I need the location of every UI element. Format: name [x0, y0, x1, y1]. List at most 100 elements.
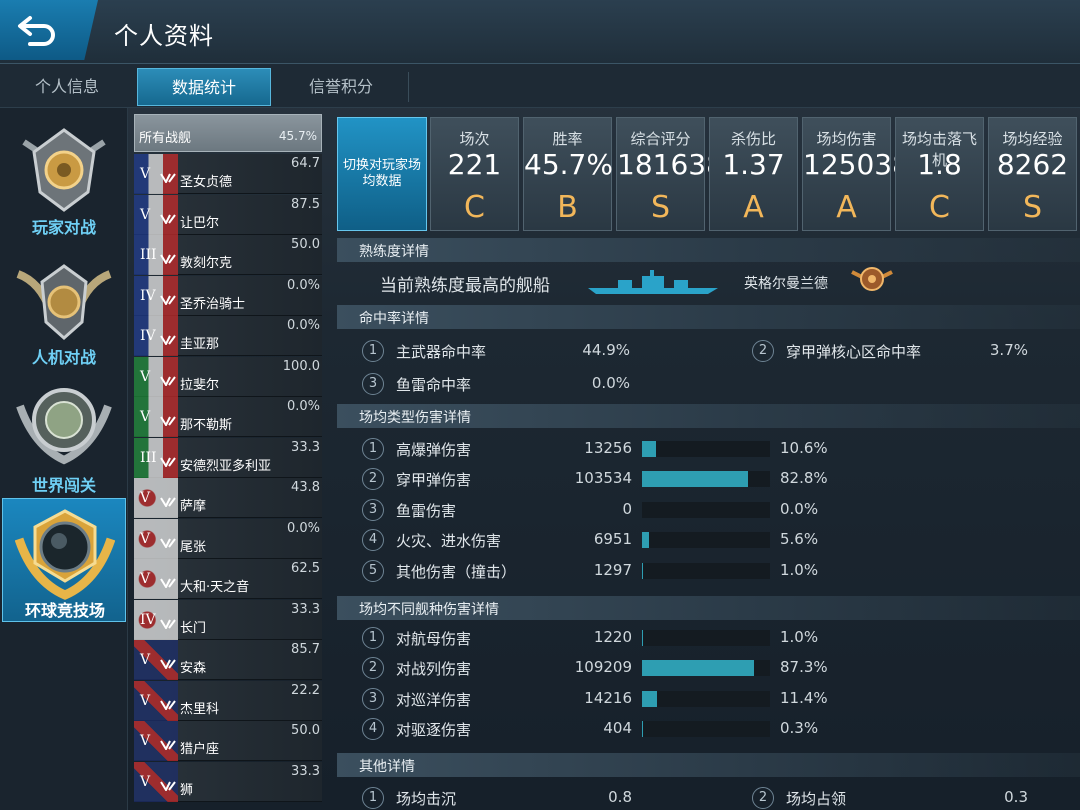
ship-row[interactable]: IV 圭亚那 0.0% — [134, 316, 322, 356]
section-other: 其他详情 — [337, 753, 1080, 777]
proficiency-ship-name: 英格尔曼兰德 — [744, 276, 828, 292]
hit-rate-label: 穿甲弹核心区命中率 — [786, 343, 922, 361]
tab-divider — [408, 72, 409, 102]
number-badge: 1 — [362, 340, 384, 362]
damage-value: 6951 — [593, 530, 632, 549]
ship-row[interactable]: V 安森 85.7 — [134, 640, 322, 680]
damage-value: 13256 — [584, 439, 632, 457]
hit-rate-value: 0.0% — [591, 374, 630, 392]
mode-global-arena[interactable]: 环球竞技场 — [2, 498, 126, 622]
other-value: 0.3 — [1004, 788, 1028, 806]
ship-name: 安森 — [180, 661, 207, 676]
switch-player-data-button[interactable]: 切换对玩家场均数据 — [337, 117, 427, 231]
section-damage-type: 场均类型伤害详情 — [337, 404, 1080, 428]
hit-rate-label: 鱼雷命中率 — [396, 376, 472, 394]
stat-grade: A — [836, 190, 857, 225]
damage-label: 鱼雷伤害 — [396, 501, 457, 520]
hit-rate-label: 主武器命中率 — [396, 343, 487, 361]
hit-rate-value: 44.9% — [582, 341, 630, 359]
ship-class-icon — [160, 776, 176, 792]
ship-row[interactable]: V 让巴尔 87.5 — [134, 194, 322, 235]
page-title: 个人资料 — [114, 22, 214, 50]
ship-name: 拉斐尔 — [180, 377, 220, 393]
damage-percent: 1.0% — [780, 560, 819, 579]
tab-personal-info[interactable]: 个人信息 — [0, 68, 134, 106]
number-badge: 2 — [362, 468, 384, 491]
back-button[interactable] — [0, 0, 98, 60]
mode-label: 人机对战 — [31, 348, 96, 367]
damage-percent: 0.3% — [780, 719, 819, 738]
header-bar: 个人资料 — [0, 0, 1080, 64]
damage-bar-fill — [642, 471, 748, 488]
ship-name: 敦刻尔克 — [180, 256, 233, 271]
all-ships-label: 所有战舰 — [139, 131, 192, 146]
ship-class-icon — [160, 573, 176, 590]
ship-row[interactable]: V 圣女贞德 64.7 — [134, 154, 322, 194]
number-badge: 3 — [362, 373, 384, 395]
ship-class-icon — [160, 290, 176, 306]
ship-row[interactable]: V 尾张 0.0% — [134, 518, 322, 559]
stat-card: 场次 221 C — [430, 117, 519, 231]
ship-tier: IV — [140, 611, 156, 628]
stat-grade: A — [743, 190, 764, 225]
number-badge: 1 — [362, 787, 384, 809]
ship-name: 圭亚那 — [180, 337, 220, 352]
section-damage-ship: 场均不同舰种伤害详情 — [337, 596, 1080, 620]
number-badge: 2 — [752, 787, 774, 809]
ship-name: 萨摩 — [180, 499, 207, 514]
ship-row[interactable]: V 猎户座 50.0 — [134, 721, 322, 761]
ship-row[interactable]: V 大和·天之音 62.5 — [134, 559, 322, 599]
stat-card: 场均击落飞机 1.8 C — [895, 117, 984, 231]
mode-player-battle[interactable]: 玩家对战 — [2, 116, 126, 240]
ship-class-icon — [160, 492, 176, 509]
all-ships-item[interactable]: 所有战舰 45.7% — [134, 114, 322, 152]
mode-ai-battle[interactable]: 人机对战 — [2, 246, 126, 370]
ship-row[interactable]: III 敦刻尔克 50.0 — [134, 235, 322, 275]
ship-row[interactable]: V 萨摩 43.8 — [134, 478, 322, 518]
mode-world-challenge[interactable]: 世界闯关 — [2, 370, 126, 495]
ship-value: 87.5 — [291, 196, 320, 212]
damage-percent: 0.0% — [780, 499, 819, 518]
ship-row[interactable]: IV 圣乔治骑士 0.0% — [134, 275, 322, 316]
ship-name: 大和·天之音 — [180, 580, 250, 595]
ship-class-icon — [160, 735, 176, 752]
number-badge: 1 — [362, 627, 384, 649]
stat-label: 杀伤比 — [730, 130, 776, 148]
ai-battle-badge-icon — [16, 264, 112, 341]
stat-value: 8262 — [996, 148, 1069, 181]
ship-row[interactable]: V 那不勒斯 0.0% — [134, 397, 322, 437]
damage-bar — [642, 690, 770, 707]
damage-label: 对航母伤害 — [396, 630, 472, 648]
ship-row[interactable]: V 拉斐尔 100.0 — [134, 356, 322, 397]
ship-name: 让巴尔 — [180, 215, 220, 231]
ship-class-icon — [160, 411, 176, 428]
ship-tier: V — [140, 692, 151, 709]
ship-name: 圣女贞德 — [180, 175, 233, 190]
ship-tier: IV — [140, 287, 156, 304]
ship-tier: V — [140, 733, 151, 749]
ship-row[interactable]: V 杰里科 22.2 — [134, 680, 322, 721]
other-label: 场均占领 — [786, 790, 847, 808]
damage-label: 对战列伤害 — [396, 660, 472, 679]
ship-row[interactable]: V 狮 33.3 — [134, 761, 322, 802]
ship-name: 长门 — [180, 620, 207, 636]
damage-label: 火灾、进水伤害 — [396, 532, 502, 551]
ship-name: 狮 — [180, 782, 194, 798]
tab-data-stats[interactable]: 数据统计 — [137, 68, 271, 106]
ship-row[interactable]: III 安德烈亚多利亚 33.3 — [134, 437, 322, 478]
world-challenge-badge-icon — [16, 388, 112, 465]
damage-bar-fill — [642, 660, 754, 677]
ship-row[interactable]: IV 长门 33.3 — [134, 599, 322, 640]
damage-bar-fill — [642, 690, 657, 707]
stat-grade: S — [1022, 190, 1043, 225]
ship-tier: V — [140, 409, 151, 425]
ship-value: 85.7 — [291, 642, 320, 657]
damage-bar-fill — [642, 532, 650, 549]
ship-class-icon — [160, 614, 176, 630]
all-ships-value: 45.7% — [278, 129, 317, 143]
tab-reputation[interactable]: 信誉积分 — [274, 68, 408, 106]
global-arena-badge-icon — [15, 509, 115, 600]
number-badge: 1 — [362, 438, 384, 460]
ship-tier: V — [140, 490, 151, 506]
ship-tier: III — [140, 247, 157, 263]
